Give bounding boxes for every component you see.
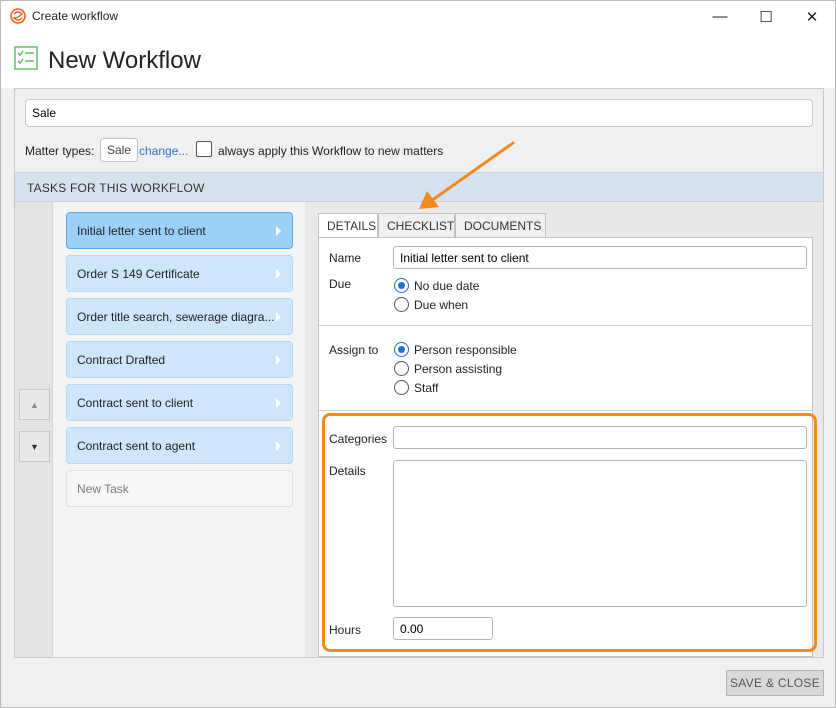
task-label: Contract Drafted (77, 353, 166, 367)
workflow-name-input[interactable] (25, 99, 813, 127)
name-label: Name (329, 251, 362, 265)
arrow-annotation-icon (419, 141, 515, 209)
minimize-icon: — (712, 8, 728, 25)
close-icon: ✕ (805, 8, 819, 26)
maximize-icon: ☐ (759, 8, 773, 26)
person-responsible-label: Person responsible (414, 343, 517, 357)
minimize-button[interactable]: — (697, 1, 743, 32)
due-when-label: Due when (414, 298, 469, 312)
chevron-right-icon (276, 441, 281, 451)
task-item[interactable]: Order S 149 Certificate (66, 255, 293, 292)
always-apply-checkbox[interactable] (196, 141, 212, 157)
task-name-input[interactable] (393, 246, 807, 269)
move-up-button[interactable]: ▲ (19, 389, 50, 420)
always-apply-label: always apply this Workflow to new matter… (218, 144, 444, 158)
task-list: Initial letter sent to client Order S 14… (53, 202, 305, 657)
app-logo-icon (10, 8, 26, 24)
tasks-section-title: TASKS FOR THIS WORKFLOW (27, 181, 205, 195)
create-workflow-window: Create workflow — ☐ ✕ New Workflow Matte… (0, 0, 836, 708)
chevron-right-icon (276, 312, 281, 322)
due-label: Due (329, 277, 352, 291)
title-bar: Create workflow — ☐ ✕ (1, 1, 835, 32)
staff-label: Staff (414, 381, 439, 395)
window-title: Create workflow (32, 9, 119, 23)
maximize-button[interactable]: ☐ (743, 1, 789, 32)
new-task-button[interactable]: New Task (66, 470, 293, 507)
task-label: Order title search, sewerage diagra... (77, 310, 275, 324)
chevron-right-icon (276, 355, 281, 365)
divider (319, 410, 812, 411)
checklist-icon (14, 46, 38, 70)
page-title: New Workflow (48, 47, 201, 74)
tab-details[interactable]: DETAILS (318, 213, 378, 239)
close-button[interactable]: ✕ (789, 1, 835, 32)
person-assisting-radio[interactable] (394, 361, 409, 376)
task-label: Initial letter sent to client (77, 224, 206, 238)
divider (319, 325, 812, 326)
due-when-radio[interactable] (394, 297, 409, 312)
reorder-rail: ▲ ▼ (15, 202, 53, 657)
task-item[interactable]: Contract sent to client (66, 384, 293, 421)
save-close-button[interactable]: SAVE & CLOSE (726, 670, 824, 696)
no-due-date-label: No due date (414, 279, 480, 293)
staff-radio[interactable] (394, 380, 409, 395)
chevron-right-icon (276, 398, 281, 408)
header: New Workflow (1, 32, 835, 88)
task-item[interactable]: Contract Drafted (66, 341, 293, 378)
highlight-annotation (322, 413, 817, 652)
task-label: Contract sent to client (77, 396, 194, 410)
no-due-date-radio[interactable] (394, 278, 409, 293)
new-task-label: New Task (77, 482, 129, 496)
person-responsible-radio[interactable] (394, 342, 409, 357)
matter-types-label: Matter types: (25, 144, 95, 158)
change-matter-types-link[interactable]: change... (139, 144, 188, 158)
task-label: Order S 149 Certificate (77, 267, 200, 281)
person-assisting-label: Person assisting (414, 362, 503, 376)
matter-type-chip: Sale (100, 138, 139, 162)
chevron-right-icon (276, 226, 281, 236)
chevron-right-icon (276, 269, 281, 279)
task-label: Contract sent to agent (77, 439, 196, 453)
task-item[interactable]: Order title search, sewerage diagra... (66, 298, 293, 335)
task-item[interactable]: Contract sent to agent (66, 427, 293, 464)
assign-to-label: Assign to (329, 343, 379, 357)
task-item[interactable]: Initial letter sent to client (66, 212, 293, 249)
triangle-up-icon: ▲ (30, 399, 39, 410)
triangle-down-icon: ▼ (30, 441, 39, 452)
move-down-button[interactable]: ▼ (19, 431, 50, 462)
